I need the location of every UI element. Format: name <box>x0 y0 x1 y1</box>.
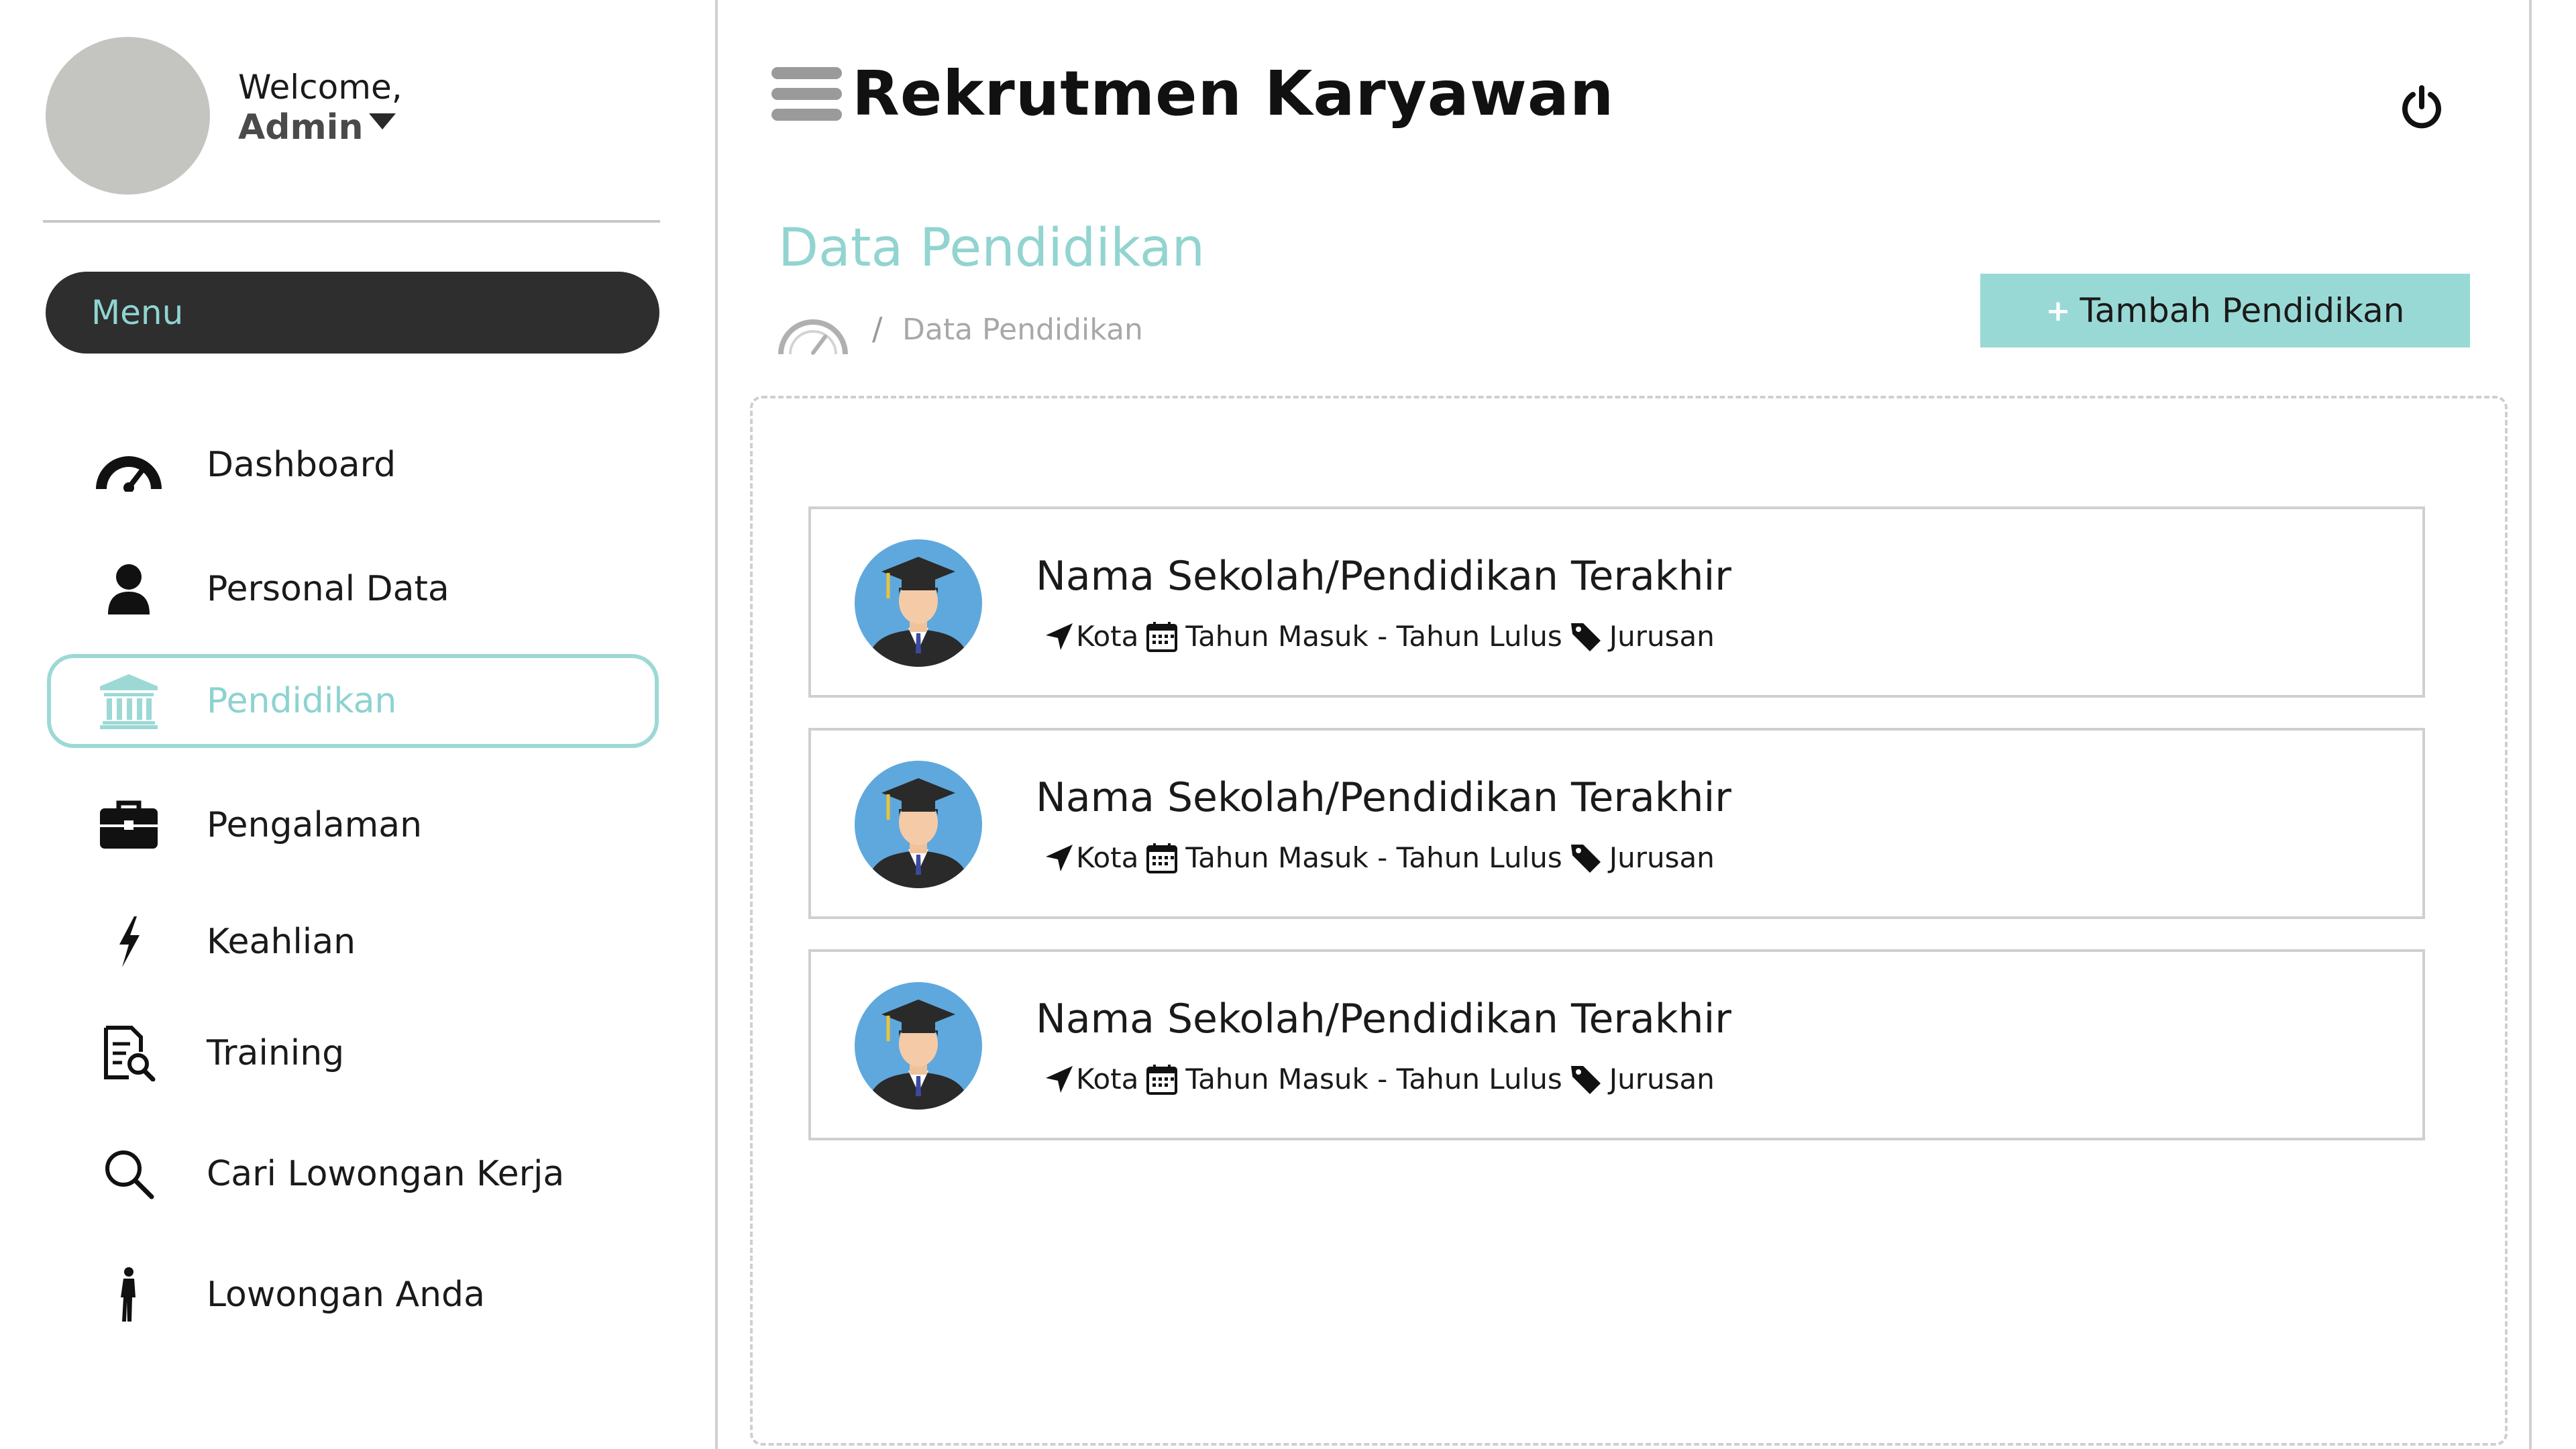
years-label: Tahun Masuk - Tahun Lulus <box>1185 841 1562 874</box>
search-icon <box>89 1140 169 1208</box>
major-label: Jurusan <box>1609 841 1715 874</box>
city-label: Kota <box>1076 841 1139 874</box>
location-arrow-icon <box>1042 620 1076 653</box>
sidebar-item-label: Personal Data <box>207 569 449 609</box>
sidebar-item-label: Pengalaman <box>207 805 423 845</box>
app-title: Rekrutmen Karyawan <box>852 58 1615 129</box>
sidebar-item-personal-data[interactable]: Personal Data <box>47 542 659 636</box>
sidebar-item-label: Pendidikan <box>207 681 397 721</box>
major-label: Jurusan <box>1609 620 1715 653</box>
years-label: Tahun Masuk - Tahun Lulus <box>1185 1063 1562 1095</box>
avatar[interactable] <box>46 37 210 195</box>
sidebar-item-pendidikan[interactable]: Pendidikan <box>47 654 659 748</box>
sidebar-item-label: Dashboard <box>207 445 396 485</box>
page-title: Data Pendidikan <box>778 218 1205 278</box>
user-name: Admin <box>238 107 364 148</box>
years-label: Tahun Masuk - Tahun Lulus <box>1185 620 1562 653</box>
location-arrow-icon <box>1042 1063 1076 1096</box>
dashboard-gauge-icon <box>89 431 169 498</box>
sidebar-item-label: Training <box>207 1033 345 1073</box>
breadcrumb-current[interactable]: Data Pendidikan <box>902 310 1143 350</box>
user-icon <box>89 555 169 623</box>
calendar-icon <box>1145 841 1179 875</box>
sidebar-item-label: Keahlian <box>207 922 356 962</box>
calendar-icon <box>1145 620 1179 653</box>
graduate-avatar-icon <box>855 761 982 888</box>
welcome-text: Welcome, <box>238 68 402 107</box>
tag-icon <box>1569 841 1603 875</box>
plus-icon: + <box>2045 293 2071 328</box>
sidebar-item-cari-lowongan-kerja[interactable]: Cari Lowongan Kerja <box>47 1127 659 1221</box>
sidebar-item-keahlian[interactable]: Keahlian <box>47 895 659 989</box>
sidebar-item-label: Lowongan Anda <box>207 1275 485 1315</box>
person-walking-icon <box>89 1261 169 1328</box>
location-arrow-icon <box>1042 841 1076 875</box>
sidebar-item-training[interactable]: Training <box>47 1006 659 1100</box>
graduate-avatar-icon <box>855 539 982 667</box>
power-icon[interactable] <box>2398 84 2445 131</box>
breadcrumb-separator: / <box>872 311 883 347</box>
school-name: Nama Sekolah/Pendidikan Terakhir <box>1036 996 1731 1042</box>
sidebar-item-label: Cari Lowongan Kerja <box>207 1154 565 1194</box>
document-search-icon <box>89 1020 169 1087</box>
education-card[interactable]: Nama Sekolah/Pendidikan Terakhir Kota Ta… <box>808 949 2425 1140</box>
right-divider <box>2529 0 2532 1449</box>
education-meta: Kota Tahun Masuk - Tahun Lulus Jurusan <box>1042 616 1715 657</box>
sidebar-item-dashboard[interactable]: Dashboard <box>47 418 659 512</box>
school-name: Nama Sekolah/Pendidikan Terakhir <box>1036 774 1731 821</box>
education-card[interactable]: Nama Sekolah/Pendidikan Terakhir Kota Ta… <box>808 728 2425 919</box>
institution-icon <box>89 667 169 735</box>
city-label: Kota <box>1076 620 1139 653</box>
hamburger-menu-icon[interactable] <box>771 67 842 121</box>
add-education-label: Tambah Pendidikan <box>2080 291 2405 330</box>
education-card[interactable]: Nama Sekolah/Pendidikan Terakhir Kota Ta… <box>808 506 2425 698</box>
tag-icon <box>1569 620 1603 653</box>
user-menu[interactable]: Admin <box>238 107 396 148</box>
dashboard-gauge-icon[interactable] <box>778 302 849 356</box>
menu-header: Menu <box>46 272 659 354</box>
bolt-icon <box>89 908 169 975</box>
major-label: Jurusan <box>1609 1063 1715 1095</box>
calendar-icon <box>1145 1063 1179 1096</box>
education-meta: Kota Tahun Masuk - Tahun Lulus Jurusan <box>1042 838 1715 878</box>
education-meta: Kota Tahun Masuk - Tahun Lulus Jurusan <box>1042 1059 1715 1099</box>
graduate-avatar-icon <box>855 982 982 1110</box>
add-education-button[interactable]: + Tambah Pendidikan <box>1980 274 2470 347</box>
briefcase-icon <box>89 792 169 859</box>
sidebar: Welcome, Admin Menu Dashboard Personal D… <box>0 0 718 1449</box>
sidebar-divider <box>43 220 660 223</box>
city-label: Kota <box>1076 1063 1139 1095</box>
caret-down-icon[interactable] <box>368 113 396 129</box>
sidebar-item-pengalaman[interactable]: Pengalaman <box>47 778 659 872</box>
sidebar-item-lowongan-anda[interactable]: Lowongan Anda <box>47 1248 659 1342</box>
school-name: Nama Sekolah/Pendidikan Terakhir <box>1036 553 1731 600</box>
tag-icon <box>1569 1063 1603 1096</box>
